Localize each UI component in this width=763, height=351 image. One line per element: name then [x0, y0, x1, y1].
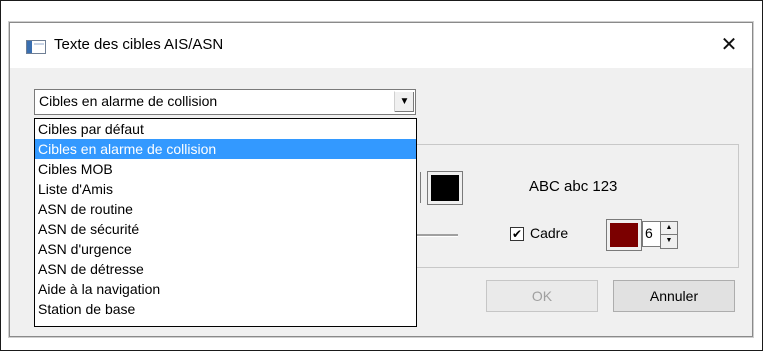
combobox-value: Cibles en alarme de collision — [39, 93, 218, 109]
dropdown-item[interactable]: Liste d'Amis — [35, 179, 416, 199]
text-color-button[interactable] — [427, 171, 463, 205]
text-color-swatch — [431, 175, 459, 201]
close-button[interactable]: ✕ — [706, 23, 752, 68]
frame-checkbox[interactable]: ✔ — [510, 227, 524, 241]
spin-down-icon[interactable]: ▼ — [661, 235, 677, 247]
cancel-button[interactable]: Annuler — [613, 280, 735, 312]
dropdown-item[interactable]: ASN d'urgence — [35, 239, 416, 259]
dropdown-item[interactable]: Cibles MOB — [35, 159, 416, 179]
frame-color-swatch — [610, 223, 638, 247]
dropdown-item[interactable]: Cibles par défaut — [35, 119, 416, 139]
ok-button[interactable]: OK — [486, 280, 598, 312]
text-preview: ABC abc 123 — [529, 178, 618, 195]
dropdown-item[interactable]: ASN de sécurité — [35, 219, 416, 239]
dropdown-item[interactable]: Aide à la navigation — [35, 279, 416, 299]
transparency-slider-track[interactable] — [415, 234, 458, 237]
dropdown-item[interactable]: ASN de détresse — [35, 259, 416, 279]
chevron-down-icon[interactable]: ▼ — [394, 91, 414, 112]
dropdown-item[interactable]: Cibles en alarme de collision — [35, 139, 416, 159]
window-icon — [26, 40, 46, 54]
target-type-combobox[interactable]: Cibles en alarme de collision ▼ — [34, 89, 416, 115]
title-bar[interactable]: Texte des cibles AIS/ASN ✕ — [10, 23, 752, 68]
dropdown-item[interactable]: ASN de routine — [35, 199, 416, 219]
frame-checkbox-label[interactable]: Cadre — [530, 225, 568, 241]
frame-width-spinner[interactable]: ▲ ▼ — [660, 221, 678, 249]
frame-color-button[interactable] — [606, 219, 642, 251]
frame-width-input[interactable]: 6 — [642, 221, 662, 247]
window-title: Texte des cibles AIS/ASN — [54, 36, 224, 53]
spin-up-icon[interactable]: ▲ — [661, 222, 677, 235]
target-type-dropdown-list[interactable]: Cibles par défaut Cibles en alarme de co… — [34, 118, 417, 327]
dropdown-item[interactable]: Station de base — [35, 299, 416, 319]
